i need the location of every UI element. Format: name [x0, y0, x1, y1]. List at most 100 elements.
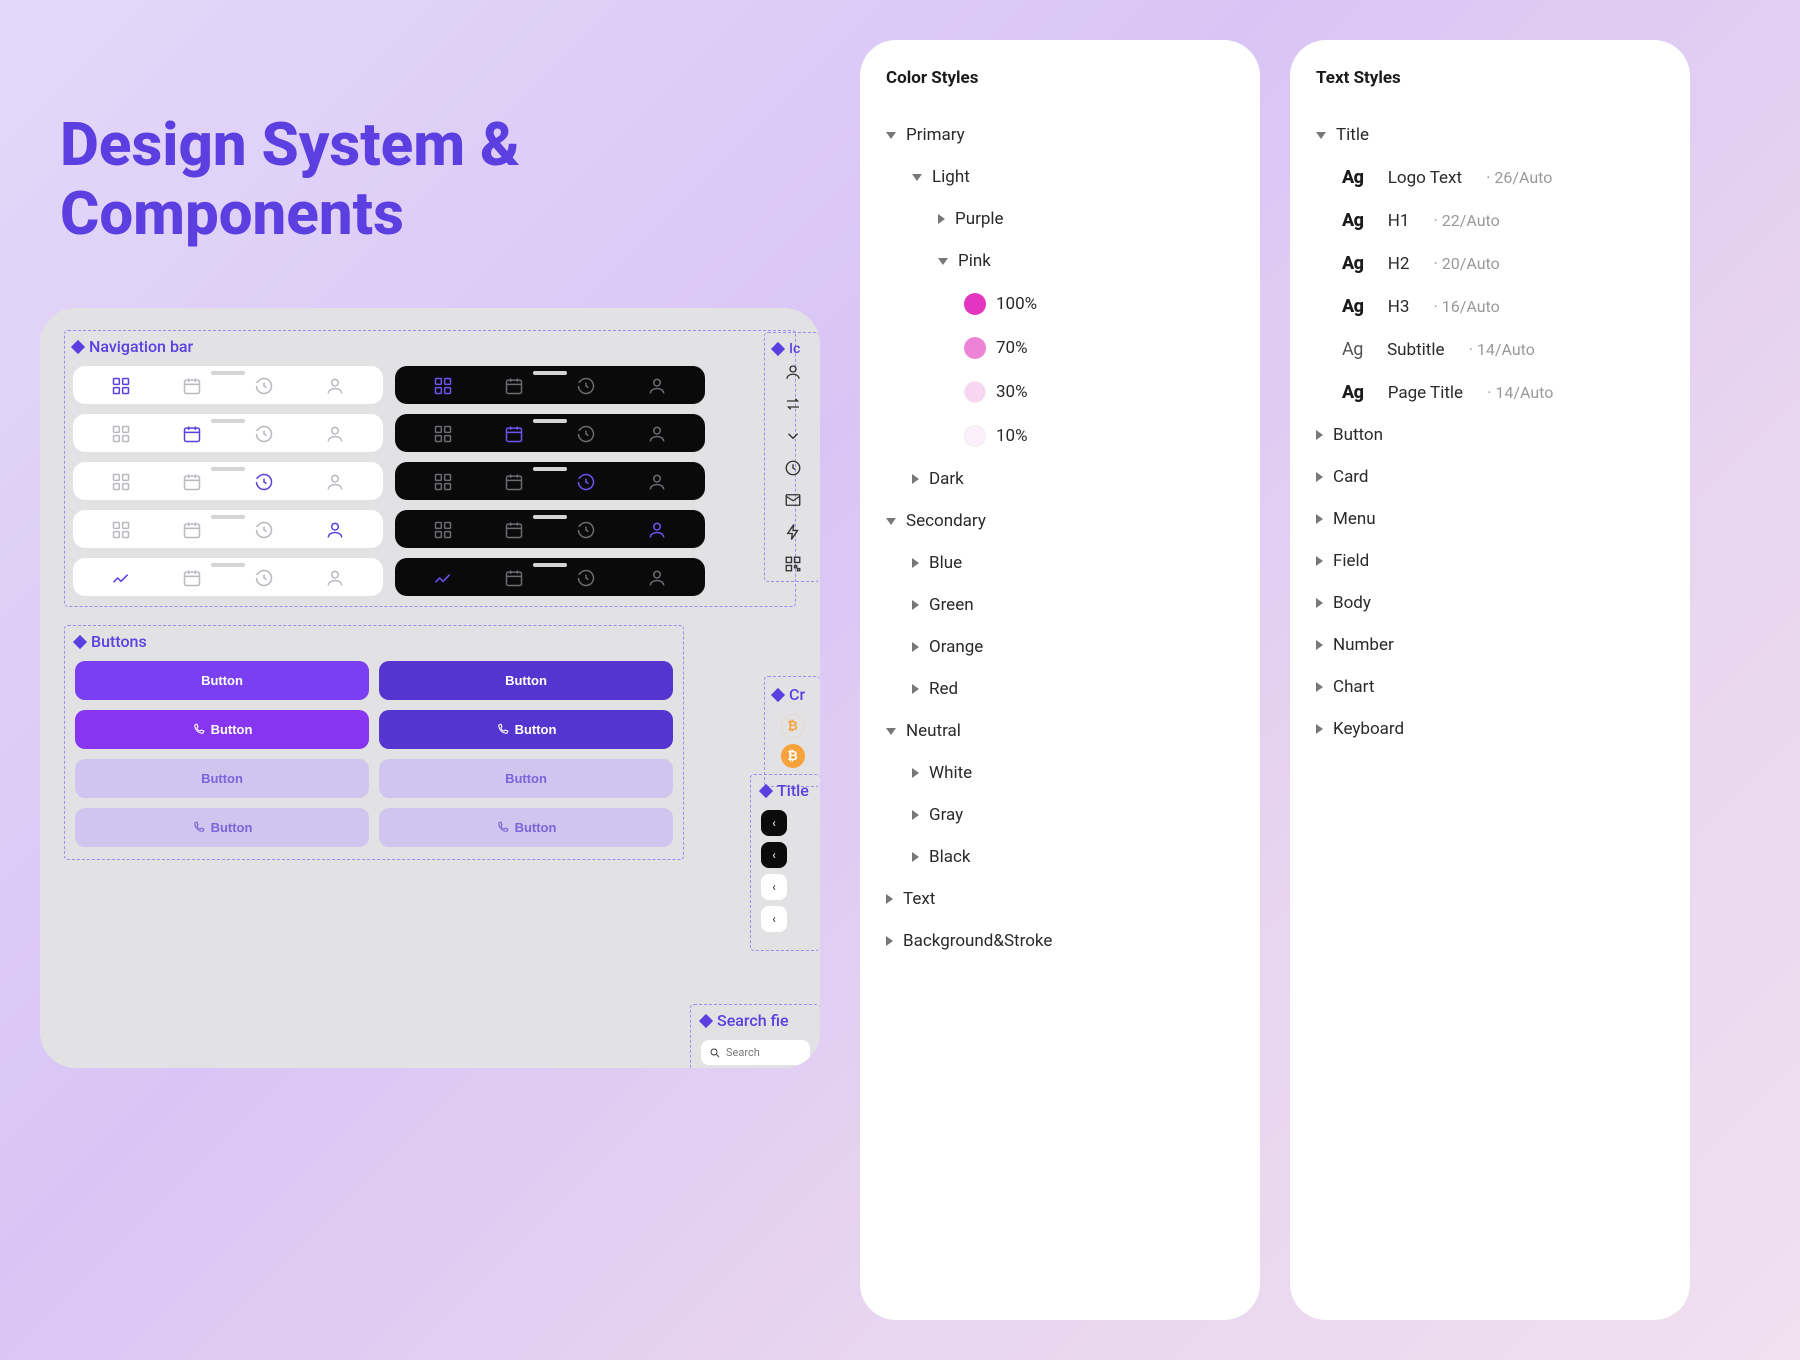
text-style-logo[interactable]: Ag Logo Text · 26/Auto [1316, 156, 1664, 199]
navbar-light[interactable] [73, 366, 383, 404]
calendar-icon [182, 520, 202, 540]
button-primary-icon[interactable]: Button [75, 710, 369, 749]
text-styles-panel: Text Styles Title Ag Logo Text · 26/Auto… [1290, 40, 1690, 1320]
tree-item-primary[interactable]: Primary [886, 114, 1234, 156]
user-icon [647, 520, 667, 540]
nav-section-label: Navigation bar [73, 337, 787, 356]
button-primary[interactable]: Button [75, 661, 369, 700]
mail-icon [784, 491, 802, 509]
text-style-page-title[interactable]: Ag Page Title · 14/Auto [1316, 371, 1664, 414]
tree-item-orange[interactable]: Orange [886, 626, 1234, 668]
history-icon [254, 520, 274, 540]
user-icon [325, 568, 345, 588]
navbar-dark[interactable] [395, 558, 705, 596]
preview-card: Navigation bar [40, 308, 820, 1068]
tree-item-red[interactable]: Red [886, 668, 1234, 710]
history-icon [576, 472, 596, 492]
calendar-icon [182, 424, 202, 444]
tree-item-dark[interactable]: Dark [886, 458, 1234, 500]
text-style-h3[interactable]: Ag H3 · 16/Auto [1316, 285, 1664, 328]
button-muted[interactable]: Button [379, 759, 673, 798]
history-icon [576, 568, 596, 588]
tree-item-keyboard[interactable]: Keyboard [1316, 708, 1664, 750]
user-icon [325, 520, 345, 540]
tree-item-green[interactable]: Green [886, 584, 1234, 626]
tree-item-button[interactable]: Button [1316, 414, 1664, 456]
search-section: Search fie Search [690, 1004, 820, 1068]
tree-item-bg[interactable]: Background&Stroke [886, 920, 1234, 962]
grid-icon [433, 472, 453, 492]
tree-item-chart[interactable]: Chart [1316, 666, 1664, 708]
history-icon [254, 472, 274, 492]
qr-icon [784, 555, 802, 573]
swatch-100[interactable]: 100% [886, 282, 1234, 326]
button-muted-icon[interactable]: Button [75, 808, 369, 847]
user-icon [784, 363, 802, 381]
navbar-light[interactable] [73, 462, 383, 500]
button-muted[interactable]: Button [75, 759, 369, 798]
calendar-icon [504, 376, 524, 396]
bitcoin-icon: ₿ [781, 744, 805, 768]
navbar-dark[interactable] [395, 510, 705, 548]
navigation-bar-section: Navigation bar [64, 330, 796, 607]
back-button-light[interactable]: ‹ [761, 874, 787, 900]
tree-item-field[interactable]: Field [1316, 540, 1664, 582]
text-style-h1[interactable]: Ag H1 · 22/Auto [1316, 199, 1664, 242]
back-button-light[interactable]: ‹ [761, 906, 787, 932]
navbar-dark[interactable] [395, 366, 705, 404]
calendar-icon [504, 568, 524, 588]
swatch-10[interactable]: 10% [886, 414, 1234, 458]
chevron-down-icon [784, 427, 802, 445]
tree-item-light[interactable]: Light [886, 156, 1234, 198]
navbar-light[interactable] [73, 414, 383, 452]
tree-item-number[interactable]: Number [1316, 624, 1664, 666]
grid-icon [111, 376, 131, 396]
button-muted-icon[interactable]: Button [379, 808, 673, 847]
swatch-70[interactable]: 70% [886, 326, 1234, 370]
grid-icon [433, 424, 453, 444]
tree-item-menu[interactable]: Menu [1316, 498, 1664, 540]
user-icon [647, 376, 667, 396]
history-icon [576, 376, 596, 396]
button-primary-icon[interactable]: Button [379, 710, 673, 749]
navbar-light[interactable] [73, 510, 383, 548]
navbar-dark[interactable] [395, 414, 705, 452]
tree-item-neutral[interactable]: Neutral [886, 710, 1234, 752]
search-icon [709, 1047, 721, 1059]
calendar-icon [504, 472, 524, 492]
tree-item-white[interactable]: White [886, 752, 1234, 794]
tree-item-secondary[interactable]: Secondary [886, 500, 1234, 542]
calendar-icon [504, 520, 524, 540]
grid-icon [111, 520, 131, 540]
navbar-light[interactable] [73, 558, 383, 596]
tree-item-gray[interactable]: Gray [886, 794, 1234, 836]
text-style-h2[interactable]: Ag H2 · 20/Auto [1316, 242, 1664, 285]
search-label: Search fie [701, 1011, 810, 1030]
text-panel-title: Text Styles [1316, 68, 1664, 88]
tree-item-card[interactable]: Card [1316, 456, 1664, 498]
tree-item-pink[interactable]: Pink [886, 240, 1234, 282]
grid-icon [111, 424, 131, 444]
user-icon [325, 472, 345, 492]
history-icon [254, 376, 274, 396]
tree-item-black[interactable]: Black [886, 836, 1234, 878]
button-primary[interactable]: Button [379, 661, 673, 700]
calendar-icon [182, 376, 202, 396]
tree-item-blue[interactable]: Blue [886, 542, 1234, 584]
back-button-dark[interactable]: ‹ [761, 842, 787, 868]
text-style-subtitle[interactable]: Ag Subtitle · 14/Auto [1316, 328, 1664, 371]
tree-item-text[interactable]: Text [886, 878, 1234, 920]
user-icon [647, 568, 667, 588]
swap-icon [784, 395, 802, 413]
back-button-dark[interactable]: ‹ [761, 810, 787, 836]
user-icon [647, 472, 667, 492]
swatch-30[interactable]: 30% [886, 370, 1234, 414]
calendar-icon [182, 568, 202, 588]
tree-item-body[interactable]: Body [1316, 582, 1664, 624]
phone-icon [192, 821, 205, 834]
search-input[interactable]: Search [701, 1040, 810, 1065]
tree-item-title-group[interactable]: Title [1316, 114, 1664, 156]
navbar-dark[interactable] [395, 462, 705, 500]
chart-icon [111, 568, 131, 588]
tree-item-purple[interactable]: Purple [886, 198, 1234, 240]
